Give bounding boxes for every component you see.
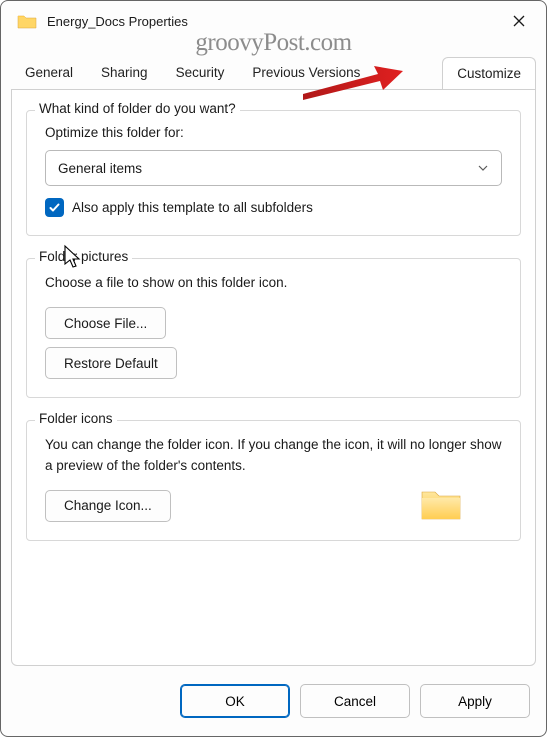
window-title: Energy_Docs Properties (47, 14, 504, 29)
close-button[interactable] (504, 6, 534, 36)
chevron-down-icon (477, 162, 489, 174)
icons-desc: You can change the folder icon. If you c… (45, 435, 502, 476)
tab-security[interactable]: Security (162, 57, 239, 89)
section-folder-pictures: Folder pictures Choose a file to show on… (26, 258, 521, 398)
tab-strip: General Sharing Security Previous Versio… (1, 57, 546, 89)
titlebar: Energy_Docs Properties (1, 1, 546, 41)
tab-sharing[interactable]: Sharing (87, 57, 162, 89)
change-icon-button[interactable]: Change Icon... (45, 490, 171, 522)
apply-button[interactable]: Apply (420, 684, 530, 718)
section-legend: Folder icons (35, 411, 117, 426)
select-value: General items (58, 161, 142, 176)
restore-default-button[interactable]: Restore Default (45, 347, 177, 379)
cancel-button[interactable]: Cancel (300, 684, 410, 718)
tab-general[interactable]: General (11, 57, 87, 89)
subfolder-checkbox-row[interactable]: Also apply this template to all subfolde… (45, 198, 502, 217)
subfolder-checkbox-label: Also apply this template to all subfolde… (72, 200, 313, 215)
tab-previous-versions[interactable]: Previous Versions (238, 57, 374, 89)
optimize-select[interactable]: General items (45, 150, 502, 186)
folder-icon (17, 13, 37, 29)
section-folder-kind: What kind of folder do you want? Optimiz… (26, 110, 521, 236)
choose-file-button[interactable]: Choose File... (45, 307, 166, 339)
pictures-desc: Choose a file to show on this folder ico… (45, 273, 502, 293)
ok-button[interactable]: OK (180, 684, 290, 718)
optimize-label: Optimize this folder for: (45, 125, 502, 140)
subfolder-checkbox[interactable] (45, 198, 64, 217)
section-legend: What kind of folder do you want? (35, 101, 240, 116)
close-icon (512, 14, 526, 28)
dialog-footer: OK Cancel Apply (1, 666, 546, 736)
section-legend: Folder pictures (35, 249, 132, 264)
tab-customize[interactable]: Customize (442, 57, 536, 89)
folder-preview-icon (420, 486, 462, 522)
tab-content: What kind of folder do you want? Optimiz… (11, 89, 536, 666)
section-folder-icons: Folder icons You can change the folder i… (26, 420, 521, 541)
check-icon (48, 201, 61, 214)
properties-window: Energy_Docs Properties groovyPost.com Ge… (0, 0, 547, 737)
